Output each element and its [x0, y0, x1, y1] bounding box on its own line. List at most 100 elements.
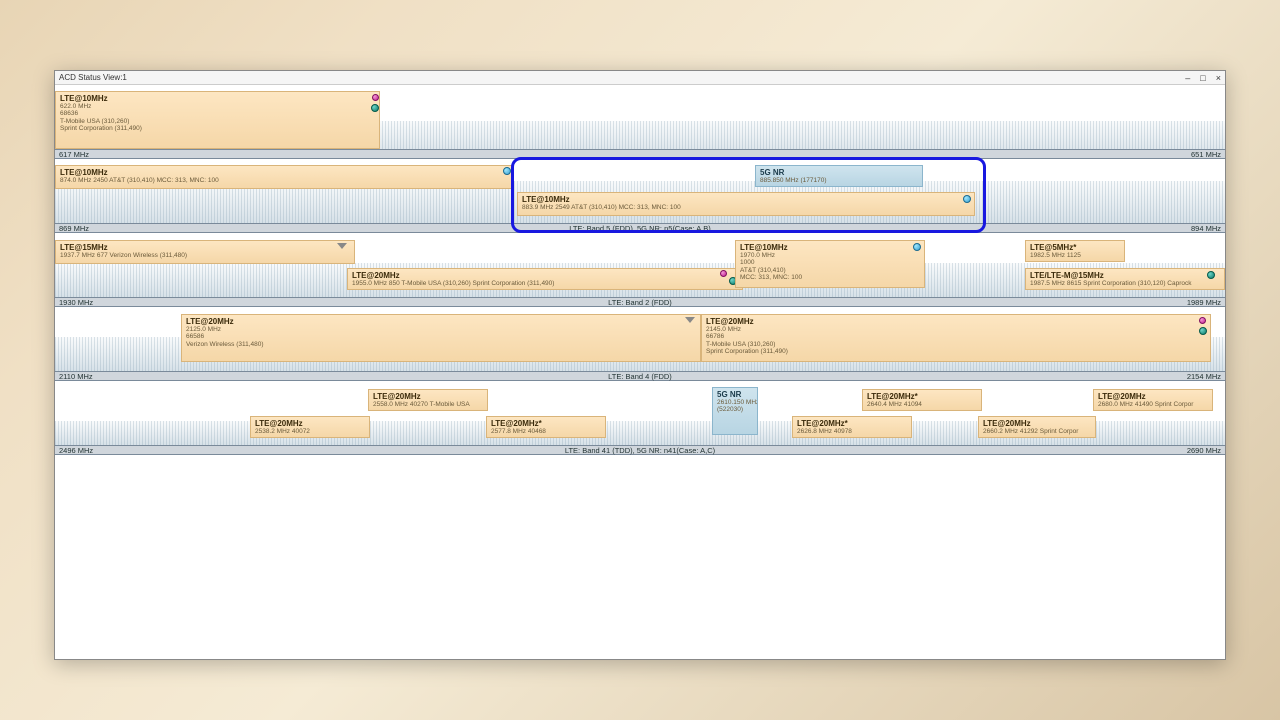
block-title: LTE@20MHz: [186, 317, 696, 326]
status-pin-icon: [371, 104, 379, 112]
axis-left: 617 MHz: [59, 150, 89, 159]
block-line: 66786: [706, 333, 1206, 340]
block-line: 2145.0 MHz: [706, 326, 1206, 333]
axis-right: 2690 MHz: [1187, 446, 1221, 455]
axis-right: 2154 MHz: [1187, 372, 1221, 381]
status-pin-icon: [963, 195, 971, 203]
block-title: LTE@20MHz: [1098, 392, 1208, 401]
channel-block[interactable]: LTE@20MHz 2558.0 MHz 40270 T-Mobile USA: [368, 389, 488, 411]
axis-left: 869 MHz: [59, 224, 89, 233]
block-line: Sprint Corporation (311,490): [706, 348, 1206, 355]
close-button[interactable]: ×: [1216, 73, 1221, 83]
block-line: T-Mobile USA (310,260): [60, 118, 375, 125]
block-line: 2577.8 MHz 40468: [491, 428, 601, 435]
block-title: LTE@10MHz: [60, 94, 375, 103]
block-line: 1987.5 MHz 8615 Sprint Corporation (310,…: [1030, 280, 1220, 287]
block-line: 2640.4 MHz 41094: [867, 401, 977, 408]
titlebar[interactable]: ACD Status View:1 – □ ×: [55, 71, 1225, 85]
block-title: LTE@20MHz: [352, 271, 738, 280]
block-line: 1955.0 MHz 850 T-Mobile USA (310,260) Sp…: [352, 280, 738, 287]
channel-block[interactable]: LTE@20MHz 1955.0 MHz 850 T-Mobile USA (3…: [347, 268, 743, 290]
block-title: LTE@20MHz: [255, 419, 365, 428]
block-line: 2125.0 MHz: [186, 326, 696, 333]
block-title: LTE@20MHz: [983, 419, 1091, 428]
axis-center: LTE: Band 2 (FDD): [608, 298, 672, 307]
block-line: Verizon Wireless (311,480): [186, 341, 696, 348]
block-line: 1982.5 MHz 1125: [1030, 252, 1120, 259]
status-pin-icon: [1199, 327, 1207, 335]
axis-left: 2110 MHz: [59, 372, 93, 381]
axis-center: LTE: Band 41 (TDD), 5G NR: n41(Case: A,C…: [565, 446, 715, 455]
channel-block[interactable]: LTE@20MHz 2680.0 MHz 41490 Sprint Corpor: [1093, 389, 1213, 411]
block-title: 5G NR: [717, 390, 753, 399]
carrier-pin-icon: [1199, 317, 1206, 324]
axis-bar: 2110 MHz LTE: Band 4 (FDD) 2154 MHz: [55, 371, 1225, 381]
axis-left: 1930 MHz: [59, 298, 93, 307]
channel-block[interactable]: LTE@20MHz 2660.2 MHz 41292 Sprint Corpor: [978, 416, 1096, 438]
block-line: 68636: [60, 110, 375, 117]
status-pin-icon: [1207, 271, 1215, 279]
block-line: 2660.2 MHz 41292 Sprint Corpor: [983, 428, 1091, 435]
block-title: LTE@10MHz: [60, 168, 508, 177]
channel-block[interactable]: LTE@10MHz 883.9 MHz 2549 AT&T (310,410) …: [517, 192, 975, 216]
channel-block[interactable]: LTE@15MHz 1937.7 MHz 677 Verizon Wireles…: [55, 240, 355, 264]
minimize-button[interactable]: –: [1185, 73, 1190, 83]
block-line: 622.0 MHz: [60, 103, 375, 110]
maximize-button[interactable]: □: [1200, 73, 1205, 83]
carrier-pin-icon: [720, 270, 727, 277]
channel-block-5gnr[interactable]: 5G NR 885.850 MHz (177170): [755, 165, 923, 187]
axis-right: 1989 MHz: [1187, 298, 1221, 307]
channel-block[interactable]: LTE@5MHz* 1982.5 MHz 1125: [1025, 240, 1125, 262]
channel-block[interactable]: LTE@10MHz 622.0 MHz 68636 T-Mobile USA (…: [55, 91, 380, 149]
block-line: 2558.0 MHz 40270 T-Mobile USA: [373, 401, 483, 408]
block-line: Sprint Corporation (311,490): [60, 125, 375, 132]
block-line: 1937.7 MHz 677 Verizon Wireless (311,480…: [60, 252, 350, 259]
axis-bar: 869 MHz LTE: Band 5 (FDD), 5G NR: n5(Cas…: [55, 223, 1225, 233]
caret-down-icon: [337, 243, 347, 249]
channel-block[interactable]: LTE@20MHz 2538.2 MHz 40072: [250, 416, 370, 438]
block-title: LTE@20MHz*: [867, 392, 977, 401]
app-window: ACD Status View:1 – □ × LTE@10MHz 622.0 …: [54, 70, 1226, 660]
block-line: 2538.2 MHz 40072: [255, 428, 365, 435]
channel-block[interactable]: LTE@20MHz* 2640.4 MHz 41094: [862, 389, 982, 411]
status-pin-icon: [503, 167, 511, 175]
block-line: 66586: [186, 333, 696, 340]
channel-block[interactable]: LTE/LTE-M@15MHz 1987.5 MHz 8615 Sprint C…: [1025, 268, 1225, 290]
block-line: 2680.0 MHz 41490 Sprint Corpor: [1098, 401, 1208, 408]
channel-block[interactable]: LTE@10MHz 1970.0 MHz 1000 AT&T (310,410)…: [735, 240, 925, 288]
block-title: LTE@10MHz: [740, 243, 920, 252]
channel-block[interactable]: LTE@20MHz 2145.0 MHz 66786 T-Mobile USA …: [701, 314, 1211, 362]
channel-block[interactable]: LTE@20MHz* 2577.8 MHz 40468: [486, 416, 606, 438]
block-title: LTE@20MHz*: [797, 419, 907, 428]
axis-bar: 1930 MHz LTE: Band 2 (FDD) 1989 MHz: [55, 297, 1225, 307]
caret-down-icon: [685, 317, 695, 323]
axis-left: 2496 MHz: [59, 446, 93, 455]
block-title: LTE@20MHz: [706, 317, 1206, 326]
window-title: ACD Status View:1: [59, 73, 1185, 82]
block-title: 5G NR: [760, 168, 918, 177]
block-title: LTE/LTE-M@15MHz: [1030, 271, 1220, 280]
carrier-pin-icon: [372, 94, 379, 101]
channel-block[interactable]: LTE@20MHz 2125.0 MHz 66586 Verizon Wirel…: [181, 314, 701, 362]
block-line: AT&T (310,410): [740, 267, 920, 274]
block-title: LTE@15MHz: [60, 243, 350, 252]
block-line: 1000: [740, 259, 920, 266]
channel-block[interactable]: LTE@20MHz* 2626.8 MHz 40978: [792, 416, 912, 438]
axis-right: 894 MHz: [1191, 224, 1221, 233]
window-controls: – □ ×: [1185, 73, 1221, 83]
block-line: MCC: 313, MNC: 100: [740, 274, 920, 281]
channel-block-5gnr[interactable]: 5G NR 2610.150 MHz (522030): [712, 387, 758, 435]
status-pin-icon: [913, 243, 921, 251]
spectrum-view[interactable]: LTE@10MHz 622.0 MHz 68636 T-Mobile USA (…: [55, 85, 1225, 659]
block-line: 2626.8 MHz 40978: [797, 428, 907, 435]
block-title: LTE@5MHz*: [1030, 243, 1120, 252]
axis-center: LTE: Band 5 (FDD), 5G NR: n5(Case: A,B): [569, 224, 711, 233]
channel-block[interactable]: LTE@10MHz 874.0 MHz 2450 AT&T (310,410) …: [55, 165, 513, 189]
axis-bar: 617 MHz 651 MHz: [55, 149, 1225, 159]
block-title: LTE@20MHz: [373, 392, 483, 401]
axis-bar: 2496 MHz LTE: Band 41 (TDD), 5G NR: n41(…: [55, 445, 1225, 455]
block-line: (522030): [717, 406, 753, 413]
block-line: 885.850 MHz (177170): [760, 177, 918, 184]
block-line: T-Mobile USA (310,260): [706, 341, 1206, 348]
block-line: 883.9 MHz 2549 AT&T (310,410) MCC: 313, …: [522, 204, 970, 211]
